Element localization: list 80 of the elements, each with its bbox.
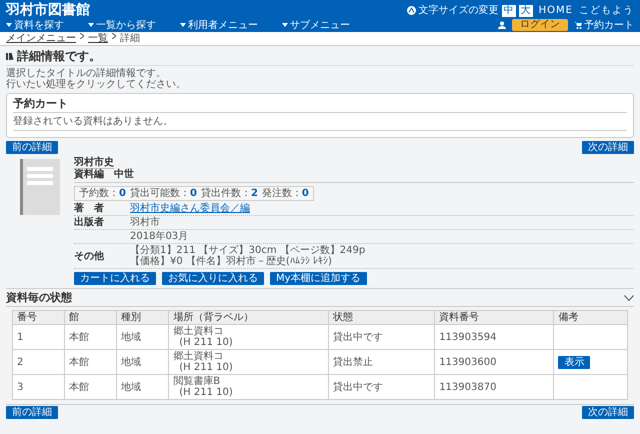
book-cover-icon bbox=[20, 159, 60, 215]
menu-item[interactable]: 資料を探す bbox=[6, 20, 64, 30]
detail-value: 【価格】¥0 【件名】羽村市－歴史(ﾊﾑﾗｼ ﾚｷｼ) bbox=[130, 256, 333, 267]
font-size-button[interactable]: 中 bbox=[502, 4, 516, 16]
caret-icon bbox=[282, 23, 288, 27]
empty-message: 登録されている資料はありません。 bbox=[13, 113, 627, 131]
header-link[interactable]: こどもよう bbox=[579, 5, 634, 16]
action-button[interactable]: お気に入りに入れる bbox=[162, 272, 264, 285]
page-title: 詳細情報です。 bbox=[17, 49, 101, 63]
book-icon bbox=[6, 52, 14, 60]
detail-value: 2018年03月 bbox=[130, 231, 188, 242]
table-cell: 113903870 bbox=[434, 374, 554, 400]
detail-label: 著 者 bbox=[74, 203, 105, 214]
panel-title: 予約カート bbox=[13, 97, 627, 113]
book-subtitle: 資料編 中世 bbox=[74, 169, 135, 180]
section-title: 資料毎の状態 bbox=[6, 291, 72, 304]
menu-item[interactable]: 利用者メニュー bbox=[180, 20, 258, 30]
show-button[interactable]: 表示 bbox=[558, 356, 590, 368]
table-cell: 貸出禁止 bbox=[328, 350, 435, 374]
table-cell: 3 bbox=[12, 374, 65, 400]
collapse-icon[interactable] bbox=[624, 294, 634, 300]
action-button[interactable]: My本棚に追加する bbox=[270, 272, 367, 285]
breadcrumb-link[interactable]: メインメニュー bbox=[6, 33, 76, 44]
previous-button[interactable]: 前の詳細 bbox=[6, 406, 58, 419]
call-number: (H 211 10) bbox=[178, 362, 234, 373]
font-size-button[interactable]: 大 bbox=[518, 4, 533, 16]
text-size-icon bbox=[406, 6, 416, 15]
header-link[interactable]: HOME bbox=[538, 5, 573, 16]
caret-icon bbox=[6, 23, 12, 27]
location-text: 郷土資料コ bbox=[173, 351, 224, 362]
site-title[interactable]: 羽村市図書館 bbox=[6, 2, 401, 19]
call-number: (H 211 10) bbox=[178, 387, 234, 398]
menu-item[interactable]: 一覧から探す bbox=[88, 20, 156, 30]
table-cell: 本館 bbox=[64, 324, 117, 350]
call-number: (H 211 10) bbox=[178, 337, 234, 348]
availability-counts: 予約数：0 貸出可能数：0 貸出件数：2 発注数：0 bbox=[74, 186, 314, 201]
table-cell: 地域 bbox=[116, 350, 169, 374]
column-header: 場所（背ラベル） bbox=[168, 310, 329, 324]
column-header: 番号 bbox=[12, 310, 65, 324]
table-cell: 2 bbox=[12, 350, 65, 374]
next-button[interactable]: 次の詳細 bbox=[582, 141, 634, 154]
breadcrumb-current: 詳細 bbox=[120, 33, 140, 44]
table-cell: 地域 bbox=[116, 324, 169, 350]
book-title: 羽村市史 bbox=[74, 157, 114, 169]
table-cell: 地域 bbox=[116, 374, 169, 400]
table-cell: 本館 bbox=[64, 350, 117, 374]
column-header: 備考 bbox=[554, 310, 628, 324]
chevron-icon bbox=[112, 33, 116, 39]
column-header: 状態 bbox=[328, 310, 435, 324]
detail-value: 【分類1】211 【サイズ】30cm 【ページ数】249p bbox=[130, 245, 366, 256]
table-cell: 113903594 bbox=[434, 324, 554, 350]
caret-icon bbox=[180, 23, 186, 27]
table-cell: 1 bbox=[12, 324, 65, 350]
breadcrumb-link[interactable]: 一覧 bbox=[88, 33, 108, 44]
table-cell: 113903600 bbox=[434, 350, 554, 374]
previous-button[interactable]: 前の詳細 bbox=[6, 141, 58, 154]
detail-value: 羽村市 bbox=[130, 217, 160, 228]
chevron-icon bbox=[80, 33, 84, 39]
table-cell: 貸出中です bbox=[328, 374, 435, 400]
column-header: 館 bbox=[64, 310, 117, 324]
intro-text: 行いたい処理をクリックしてください。 bbox=[6, 79, 187, 90]
cart-icon bbox=[574, 21, 582, 29]
table-cell: 貸出中です bbox=[328, 324, 435, 350]
column-header: 資料番号 bbox=[434, 310, 554, 324]
login-button[interactable]: ログイン bbox=[512, 19, 568, 31]
cart-link[interactable]: 予約カート bbox=[574, 20, 634, 30]
table-cell: 本館 bbox=[64, 374, 117, 400]
author-link[interactable]: 羽村市史編さん委員会／編 bbox=[130, 203, 250, 214]
caret-icon bbox=[88, 23, 94, 27]
menu-item[interactable]: サブメニュー bbox=[282, 20, 350, 30]
detail-label: その他 bbox=[74, 250, 105, 262]
user-icon bbox=[498, 21, 506, 29]
detail-label: 出版者 bbox=[74, 217, 105, 228]
intro-text: 選択したタイトルの詳細情報です。 bbox=[6, 68, 167, 79]
action-button[interactable]: カートに入れる bbox=[74, 272, 156, 285]
column-header: 種別 bbox=[116, 310, 169, 324]
font-size-label: 文字サイズの変更 bbox=[418, 5, 499, 16]
location-text: 郷土資料コ bbox=[173, 326, 224, 337]
next-button[interactable]: 次の詳細 bbox=[582, 406, 634, 419]
location-text: 閲覧書庫B bbox=[173, 376, 222, 387]
